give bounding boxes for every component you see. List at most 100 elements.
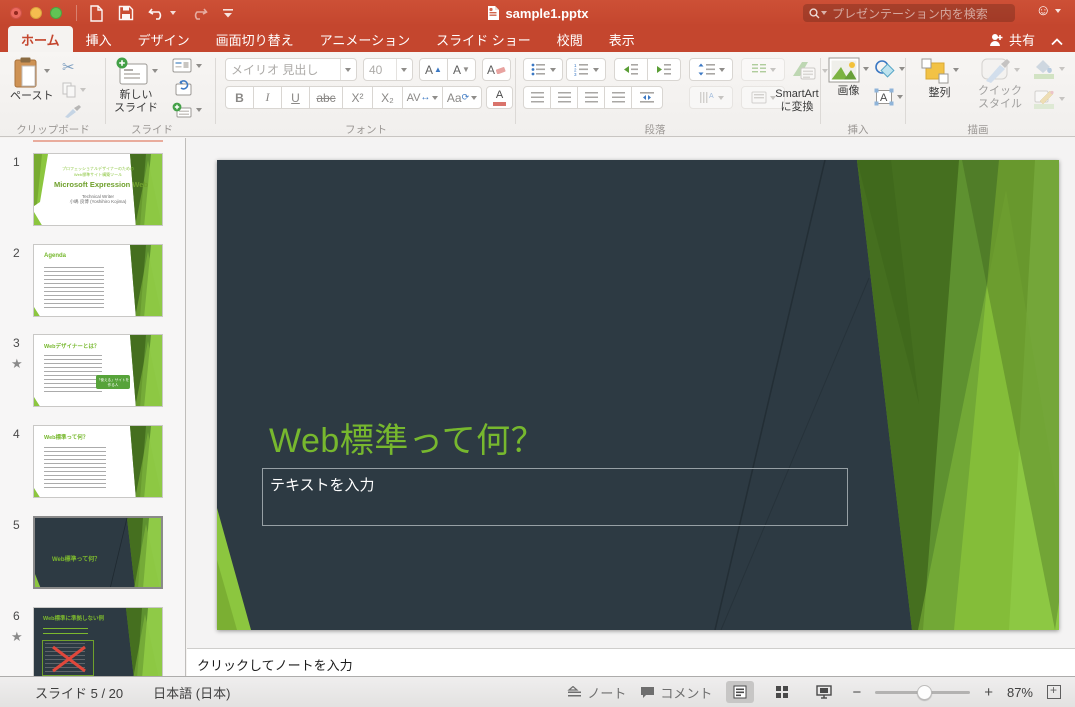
- redo-button[interactable]: [190, 6, 208, 20]
- shape-outline-button[interactable]: [1032, 88, 1065, 110]
- minimize-button[interactable]: [30, 7, 42, 19]
- slide-thumbnail-4[interactable]: Web標準って何？: [33, 425, 163, 498]
- strikethrough-button[interactable]: abc: [309, 86, 343, 109]
- quick-styles-caret[interactable]: [1014, 68, 1020, 75]
- tab-home[interactable]: ホーム: [8, 26, 73, 52]
- search-scope-caret[interactable]: [821, 10, 827, 18]
- align-left-button[interactable]: [523, 86, 551, 109]
- picture-caret[interactable]: [863, 67, 869, 74]
- copy-caret[interactable]: [80, 88, 86, 95]
- new-slide-caret[interactable]: [151, 69, 158, 76]
- change-case-button[interactable]: Aa ⟳: [442, 86, 482, 109]
- layout-caret[interactable]: [196, 63, 202, 71]
- presentation-search-input[interactable]: プレゼンテーション内を検索: [803, 4, 1015, 22]
- fit-slide-to-window-button[interactable]: [1047, 683, 1061, 699]
- italic-button[interactable]: I: [253, 86, 282, 109]
- zoom-percentage[interactable]: 87%: [1007, 685, 1033, 700]
- slide-thumbnail-3[interactable]: Webデザイナーとは？ 「使える」サイトを作る人: [33, 334, 163, 407]
- tab-insert[interactable]: 挿入: [73, 26, 125, 52]
- zoom-in-button[interactable]: +: [984, 684, 993, 701]
- comments-toggle-button[interactable]: コメント: [640, 683, 712, 702]
- text-box-caret[interactable]: [897, 95, 903, 102]
- quick-styles-button[interactable]: クイック スタイル: [978, 57, 1022, 110]
- copy-button[interactable]: [62, 82, 86, 98]
- bullets-button[interactable]: [523, 58, 563, 81]
- decrease-font-size-button[interactable]: A ▼: [447, 58, 476, 81]
- align-right-button[interactable]: [577, 86, 605, 109]
- slide-thumbnail-6[interactable]: Web標準に準拠しない例: [33, 607, 163, 680]
- close-button[interactable]: [10, 7, 22, 19]
- bold-button[interactable]: B: [225, 86, 254, 109]
- line-spacing-caret[interactable]: [718, 67, 725, 75]
- slide-layout-button[interactable]: [172, 58, 202, 73]
- zoom-window-button[interactable]: [50, 7, 62, 19]
- slide-canvas[interactable]: Web標準って何？ テキストを入力: [217, 160, 1059, 630]
- arrange-button[interactable]: 整列: [920, 57, 959, 100]
- font-color-button[interactable]: A: [486, 86, 513, 109]
- slide-thumbnail-5-current[interactable]: Web標準って何？: [33, 516, 163, 589]
- section-caret[interactable]: [196, 108, 202, 115]
- slide-thumbnail-2[interactable]: Agenda: [33, 244, 163, 317]
- customize-toolbar-button[interactable]: [222, 8, 234, 18]
- text-direction-caret[interactable]: [717, 95, 724, 103]
- bullets-caret[interactable]: [549, 67, 556, 75]
- shapes-caret[interactable]: [899, 67, 905, 74]
- tab-slideshow[interactable]: スライド ショー: [423, 26, 544, 52]
- language-indicator[interactable]: 日本語 (日本): [153, 683, 230, 702]
- normal-view-button[interactable]: [726, 681, 755, 703]
- new-presentation-button[interactable]: [89, 4, 104, 22]
- shapes-button[interactable]: [874, 60, 905, 78]
- align-center-button[interactable]: [550, 86, 578, 109]
- decrease-indent-button[interactable]: [614, 58, 648, 81]
- numbering-caret[interactable]: [592, 67, 599, 75]
- share-button[interactable]: 共有: [988, 26, 1035, 52]
- undo-button[interactable]: [148, 6, 176, 20]
- slide-thumbnail-1[interactable]: プロフェッショナルデザイナーのための Web標準サイト構築ツール Microso…: [33, 153, 163, 226]
- clear-formatting-button[interactable]: A: [482, 58, 511, 81]
- undo-dropdown-caret[interactable]: [170, 11, 176, 18]
- justify-button[interactable]: [604, 86, 632, 109]
- reset-slide-button[interactable]: [172, 80, 192, 97]
- spacing-caret[interactable]: [432, 95, 439, 103]
- zoom-slider[interactable]: [875, 684, 971, 700]
- slide-body-placeholder[interactable]: テキストを入力: [262, 468, 848, 526]
- subscript-button[interactable]: X₂: [372, 86, 403, 109]
- feedback-button[interactable]: ☺: [1036, 3, 1061, 18]
- font-name-combo[interactable]: メイリオ 見出し: [225, 58, 357, 81]
- tab-design[interactable]: デザイン: [125, 26, 203, 52]
- tab-review[interactable]: 校閲: [544, 26, 596, 52]
- increase-font-size-button[interactable]: A ▲: [419, 58, 448, 81]
- line-spacing-button[interactable]: [689, 58, 733, 81]
- format-painter-button[interactable]: [64, 104, 81, 119]
- tab-animations[interactable]: アニメーション: [307, 26, 423, 52]
- paste-button[interactable]: ペースト: [10, 57, 53, 103]
- superscript-button[interactable]: X²: [342, 86, 373, 109]
- character-spacing-button[interactable]: AV ↔: [402, 86, 443, 109]
- zoom-slider-knob[interactable]: [917, 684, 933, 700]
- cut-button[interactable]: ✂: [62, 58, 75, 76]
- shape-fill-button[interactable]: [1032, 58, 1065, 80]
- distribute-text-button[interactable]: [631, 86, 663, 109]
- font-size-combo[interactable]: 40: [363, 58, 413, 81]
- notes-pane[interactable]: クリックしてノートを入力: [187, 648, 1075, 676]
- text-direction-button[interactable]: A: [689, 86, 733, 109]
- font-name-caret[interactable]: [345, 67, 351, 75]
- numbering-button[interactable]: 123: [566, 58, 606, 81]
- increase-indent-button[interactable]: [647, 58, 681, 81]
- slideshow-view-button[interactable]: [810, 681, 838, 703]
- text-box-button[interactable]: A: [874, 88, 903, 106]
- arrange-caret[interactable]: [953, 68, 959, 75]
- section-button[interactable]: [172, 102, 202, 118]
- convert-smartart-label[interactable]: SmartArt に変換: [766, 88, 828, 113]
- new-slide-button[interactable]: 新しい スライド: [114, 57, 158, 115]
- tab-transitions[interactable]: 画面切り替え: [203, 26, 307, 52]
- notes-toggle-button[interactable]: ノート: [567, 683, 626, 702]
- convert-smartart-button-icon[interactable]: [792, 60, 828, 82]
- picture-button[interactable]: 画像: [828, 57, 869, 98]
- slide-title-text[interactable]: Web標準って何？: [269, 413, 545, 462]
- tab-view[interactable]: 表示: [596, 26, 648, 52]
- columns-button[interactable]: [741, 58, 785, 81]
- save-button[interactable]: [118, 5, 134, 21]
- paste-caret[interactable]: [43, 69, 50, 76]
- shape-fill-caret[interactable]: [1059, 67, 1065, 74]
